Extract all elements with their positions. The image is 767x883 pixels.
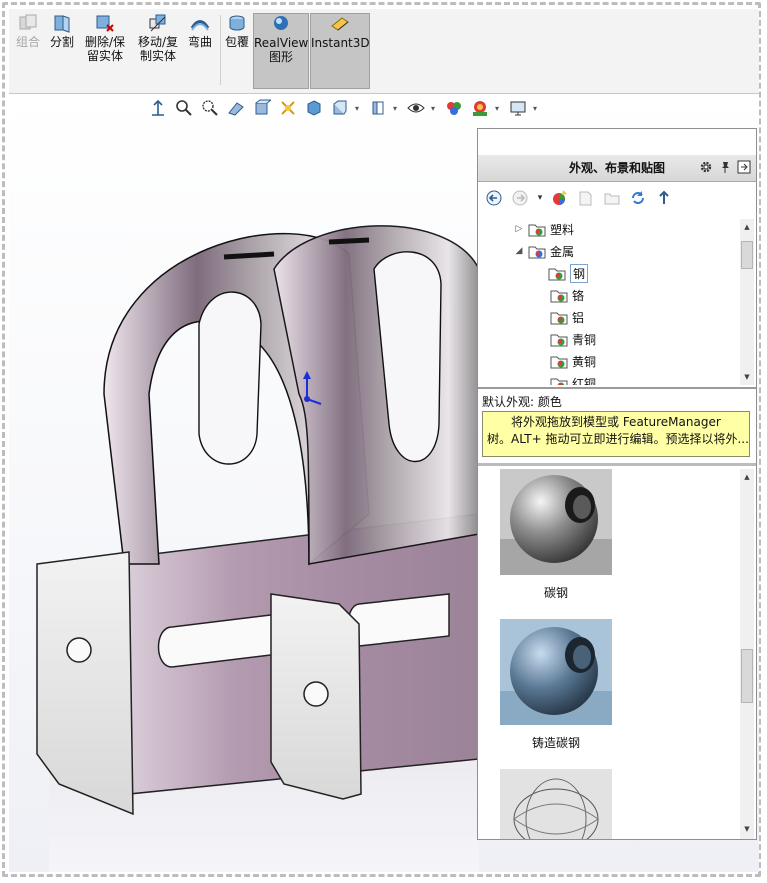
tooltip-line: 将外观拖放到模型或 FeatureManager (511, 415, 721, 429)
add-file-location-icon[interactable] (576, 188, 596, 208)
appearance-gallery: 碳钢 铸造碳钢 (478, 469, 740, 839)
tree-item[interactable]: 青铜 (550, 329, 596, 349)
appearance-folder-icon (548, 268, 566, 280)
appearance-folder-icon (550, 334, 568, 346)
move-copy-label-1: 移动/复 (137, 35, 179, 49)
scrollbar-thumb[interactable] (741, 649, 753, 703)
collapse-arrow-icon[interactable]: ◢ (514, 246, 524, 256)
carbon-steel-thumbnail (500, 469, 612, 575)
tooltip-line: 树。ALT+ 拖动可立即进行编辑。预选择以将外... (487, 432, 749, 446)
appearance-tree: ▷ 塑料 ◢ 金属 钢 铬 铝 青铜 黄铜 红铜 (478, 219, 740, 385)
appearance-folder-icon (550, 378, 568, 385)
flex-icon (190, 20, 210, 31)
tree-item-label: 塑料 (550, 222, 575, 237)
tree-item[interactable]: 铬 (550, 285, 584, 305)
appearance-swatch-wire[interactable] (500, 769, 612, 839)
tree-item[interactable]: 黄铜 (550, 351, 596, 371)
default-appearance-label: 默认外观: 颜色 (482, 395, 562, 409)
realview-button[interactable]: RealView 图形 (253, 13, 309, 89)
split-label: 分割 (49, 35, 74, 49)
wrap-label: 包覆 (224, 35, 249, 49)
tree-item-label: 红铜 (572, 376, 597, 386)
pin-icon[interactable] (717, 159, 733, 175)
back-arrow-icon[interactable] (484, 188, 504, 208)
scroll-up-icon[interactable]: ▲ (741, 471, 753, 483)
move-copy-icon (149, 14, 166, 32)
move-copy-body-button[interactable]: 移动/复 制实体 (135, 13, 181, 63)
delete-keep-body-label-1: 删除/保 (84, 35, 126, 49)
combine-button[interactable]: 组合 (13, 13, 43, 49)
scrollbar-thumb[interactable] (741, 241, 753, 269)
forward-arrow-icon[interactable] (510, 188, 530, 208)
pane-splitter[interactable] (478, 463, 756, 466)
wrap-icon (229, 15, 245, 31)
tree-item-selected[interactable]: 钢 (548, 263, 589, 283)
flex-label: 弯曲 (187, 35, 212, 49)
split-icon (54, 15, 70, 33)
instant3d-icon (331, 17, 349, 31)
flex-button[interactable]: 弯曲 (185, 13, 215, 49)
create-new-folder-icon[interactable] (602, 188, 622, 208)
realview-label-2: 图形 (268, 50, 293, 64)
chevron-down-icon[interactable]: ▾ (536, 188, 544, 208)
appearance-swatch-carbon-steel[interactable]: 碳钢 (500, 469, 612, 601)
swatch-caption: 铸造碳钢 (531, 736, 580, 750)
gear-icon[interactable] (698, 159, 714, 175)
appearance-folder-icon (550, 290, 568, 302)
instant3d-label: Instant3D (311, 36, 370, 50)
appearance-folder-icon (528, 246, 546, 258)
swatch-caption: 碳钢 (543, 586, 568, 600)
tree-item-label: 钢 (570, 263, 589, 283)
tree-item-label: 青铜 (572, 332, 597, 347)
scroll-down-icon[interactable]: ▼ (741, 371, 753, 383)
gallery-scrollbar[interactable]: ▲ ▼ (740, 469, 754, 839)
tree-item[interactable]: 红铜 (550, 373, 596, 385)
split-button[interactable]: 分割 (47, 13, 77, 49)
wire-mesh-thumbnail (500, 769, 612, 839)
drag-hint-tooltip: 将外观拖放到模型或 FeatureManager 树。ALT+ 拖动可立即进行编… (482, 411, 750, 457)
scroll-down-icon[interactable]: ▼ (741, 823, 753, 835)
realview-label-1: RealView (254, 36, 309, 50)
up-one-level-icon[interactable] (654, 188, 674, 208)
tree-item[interactable]: ▷ 塑料 (514, 219, 574, 239)
tree-item[interactable]: 铝 (550, 307, 584, 327)
panel-title: 外观、布景和贴图 (568, 161, 665, 175)
panel-nav-toolbar: ▾ (484, 187, 674, 209)
command-ribbon: 组合 分割 删除/保 留实体 移动/复 制实体 弯曲 包覆 RealView 图… (9, 9, 759, 94)
tree-scrollbar[interactable]: ▲ ▼ (740, 219, 754, 385)
appearance-folder-icon (550, 312, 568, 324)
collapse-panel-icon[interactable] (736, 159, 752, 175)
expand-arrow-icon[interactable]: ▷ (514, 224, 524, 234)
move-copy-label-2: 制实体 (139, 49, 176, 63)
appearance-folder-icon (528, 224, 546, 236)
tree-item-label: 金属 (550, 244, 575, 259)
cast-carbon-steel-thumbnail (500, 619, 612, 725)
ribbon-separator (220, 15, 221, 85)
tree-item-label: 铬 (572, 288, 585, 303)
tree-item[interactable]: ◢ 金属 (514, 241, 574, 261)
appearances-panel: 外观、布景和贴图 ▾ ▷ 塑料 ◢ 金属 钢 铬 铝 青铜 黄铜 红铜 ▲ ▼ … (477, 128, 757, 840)
realview-icon (274, 16, 288, 30)
instant3d-button[interactable]: Instant3D (310, 13, 370, 89)
delete-keep-body-button[interactable]: 删除/保 留实体 (81, 13, 129, 63)
refresh-icon[interactable] (628, 188, 648, 208)
appearance-folder-icon (550, 356, 568, 368)
add-appearance-icon[interactable] (550, 188, 570, 208)
tree-item-label: 铝 (572, 310, 585, 325)
pane-splitter[interactable] (478, 387, 756, 389)
delete-keep-body-label-2: 留实体 (86, 49, 123, 63)
combine-label: 组合 (15, 35, 40, 49)
tree-item-label: 黄铜 (572, 354, 597, 369)
appearance-swatch-cast-carbon-steel[interactable]: 铸造碳钢 (500, 619, 612, 751)
delete-body-icon (96, 15, 114, 32)
panel-title-bar: 外观、布景和贴图 (478, 155, 756, 182)
wrap-button[interactable]: 包覆 (223, 13, 251, 49)
scroll-up-icon[interactable]: ▲ (741, 221, 753, 233)
combine-icon (19, 14, 37, 30)
